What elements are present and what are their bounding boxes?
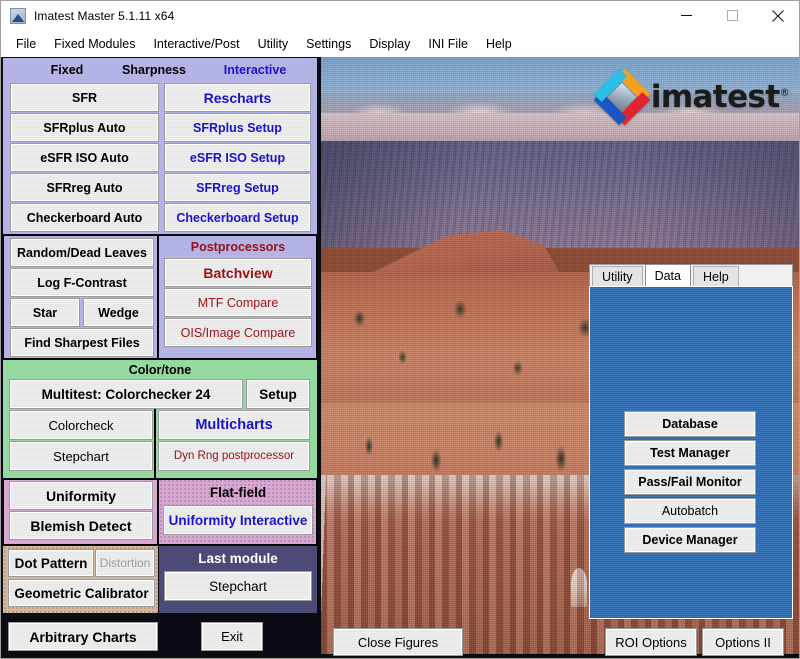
- button-arbitrary-charts[interactable]: Arbitrary Charts: [9, 623, 157, 650]
- button-close-figures[interactable]: Close Figures: [334, 629, 462, 655]
- button-uniformity[interactable]: Uniformity: [10, 482, 152, 509]
- button-stepchart[interactable]: Stepchart: [10, 442, 152, 470]
- close-icon[interactable]: [755, 1, 800, 30]
- button-esfr-iso-auto[interactable]: eSFR ISO Auto: [11, 144, 158, 171]
- tab-strip: Utility Data Help: [589, 264, 793, 287]
- button-batchview[interactable]: Batchview: [165, 259, 311, 286]
- button-multicharts[interactable]: Multicharts: [159, 411, 309, 439]
- button-uniformity-interactive[interactable]: Uniformity Interactive: [164, 506, 312, 534]
- menu-settings[interactable]: Settings: [297, 34, 360, 54]
- button-blemish-detect[interactable]: Blemish Detect: [10, 512, 152, 539]
- postprocessors-group: Postprocessors Batchview MTF Compare OIS…: [159, 235, 317, 359]
- button-colorcheck[interactable]: Colorcheck: [10, 411, 152, 439]
- button-multitest[interactable]: Multitest: Colorchecker 24: [10, 380, 242, 408]
- button-random-dead-leaves[interactable]: Random/Dead Leaves: [11, 239, 153, 266]
- colortone-group: Color/tone Multitest: Colorchecker 24 Se…: [3, 360, 317, 478]
- menu-display[interactable]: Display: [360, 34, 419, 54]
- colortone-header: Color/tone: [3, 361, 317, 379]
- button-checkerboard-auto[interactable]: Checkerboard Auto: [11, 204, 158, 231]
- button-log-f-contrast[interactable]: Log F-Contrast: [11, 269, 153, 296]
- button-database[interactable]: Database: [625, 412, 755, 436]
- registered-mark: ®: [780, 87, 789, 98]
- button-checkerboard-setup[interactable]: Checkerboard Setup: [165, 204, 310, 231]
- imatest-master-window: Imatest Master 5.1.11 x64 File Fixed Mod…: [0, 0, 800, 659]
- menu-ini-file[interactable]: INI File: [419, 34, 477, 54]
- sharpness-extra-group: Random/Dead Leaves Log F-Contrast Star W…: [3, 235, 158, 359]
- button-last-module-value[interactable]: Stepchart: [165, 572, 311, 600]
- button-sfrreg-auto[interactable]: SFRreg Auto: [11, 174, 158, 201]
- sharpness-group: Fixed Sharpness Interactive SFR SFRplus …: [3, 58, 317, 234]
- menu-fixed-modules[interactable]: Fixed Modules: [45, 34, 144, 54]
- postprocessors-header: Postprocessors: [159, 237, 317, 257]
- button-star[interactable]: Star: [11, 299, 79, 326]
- menu-interactive-post[interactable]: Interactive/Post: [144, 34, 248, 54]
- flatfield-header: Flat-field: [159, 481, 317, 503]
- menu-help[interactable]: Help: [477, 34, 521, 54]
- main-area: imatest® Fixed Sharpness Interactive SFR…: [1, 57, 800, 659]
- button-sfrreg-setup[interactable]: SFRreg Setup: [165, 174, 310, 201]
- button-distortion[interactable]: Distortion: [96, 550, 154, 576]
- button-dyn-rng-postprocessor[interactable]: Dyn Rng postprocessor: [159, 442, 309, 470]
- tab-help[interactable]: Help: [693, 266, 739, 287]
- window-title: Imatest Master 5.1.11 x64: [34, 9, 174, 23]
- tab-data[interactable]: Data: [645, 264, 691, 287]
- sharpness-header: Fixed Sharpness Interactive: [3, 58, 317, 82]
- button-dot-pattern[interactable]: Dot Pattern: [9, 550, 93, 576]
- imatest-logo: imatest®: [600, 75, 789, 119]
- menu-file[interactable]: File: [7, 34, 45, 54]
- module-panel: Fixed Sharpness Interactive SFR SFRplus …: [3, 58, 317, 654]
- data-tab-content: Database Test Manager Pass/Fail Monitor …: [589, 286, 793, 619]
- window-controls: [663, 1, 800, 30]
- last-module-header: Last module: [159, 548, 317, 569]
- imatest-logo-mark: [591, 66, 653, 128]
- button-mtf-compare[interactable]: MTF Compare: [165, 289, 311, 316]
- flatfield-group: Flat-field Uniformity Interactive: [159, 479, 317, 545]
- button-exit[interactable]: Exit: [202, 623, 262, 650]
- sharpness-header-interactive: Interactive: [193, 63, 317, 77]
- button-colortone-setup[interactable]: Setup: [247, 380, 309, 408]
- menu-bar: File Fixed Modules Interactive/Post Util…: [1, 30, 800, 57]
- tab-utility[interactable]: Utility: [592, 266, 643, 287]
- menu-utility[interactable]: Utility: [249, 34, 298, 54]
- button-sfrplus-setup[interactable]: SFRplus Setup: [165, 114, 310, 141]
- button-ois-image-compare[interactable]: OIS/Image Compare: [165, 319, 311, 346]
- uniformity-group: Uniformity Blemish Detect: [3, 479, 158, 545]
- sharpness-header-title: Sharpness: [115, 63, 193, 77]
- imatest-wordmark: imatest®: [651, 82, 789, 113]
- last-module-group: Last module Stepchart: [159, 546, 317, 613]
- button-test-manager[interactable]: Test Manager: [625, 441, 755, 465]
- side-tab-panel: Utility Data Help Database Test Manager …: [589, 264, 793, 619]
- button-autobatch[interactable]: Autobatch: [625, 499, 755, 523]
- minimize-icon[interactable]: [663, 1, 709, 30]
- button-roi-options[interactable]: ROI Options: [606, 629, 696, 655]
- button-device-manager[interactable]: Device Manager: [625, 528, 755, 552]
- button-wedge[interactable]: Wedge: [84, 299, 153, 326]
- button-rescharts[interactable]: Rescharts: [165, 84, 310, 111]
- button-esfr-iso-setup[interactable]: eSFR ISO Setup: [165, 144, 310, 171]
- geometry-group: Dot Pattern Distortion Geometric Calibra…: [3, 546, 158, 613]
- button-sfr[interactable]: SFR: [11, 84, 158, 111]
- title-bar: Imatest Master 5.1.11 x64: [1, 1, 800, 30]
- button-pass-fail-monitor[interactable]: Pass/Fail Monitor: [625, 470, 755, 494]
- sharpness-header-fixed: Fixed: [3, 63, 115, 77]
- button-options-ii[interactable]: Options II: [703, 629, 783, 655]
- maximize-icon[interactable]: [709, 1, 755, 30]
- button-geometric-calibrator[interactable]: Geometric Calibrator: [9, 580, 154, 606]
- button-find-sharpest-files[interactable]: Find Sharpest Files: [11, 329, 153, 356]
- button-sfrplus-auto[interactable]: SFRplus Auto: [11, 114, 158, 141]
- imatest-app-icon: [10, 8, 26, 24]
